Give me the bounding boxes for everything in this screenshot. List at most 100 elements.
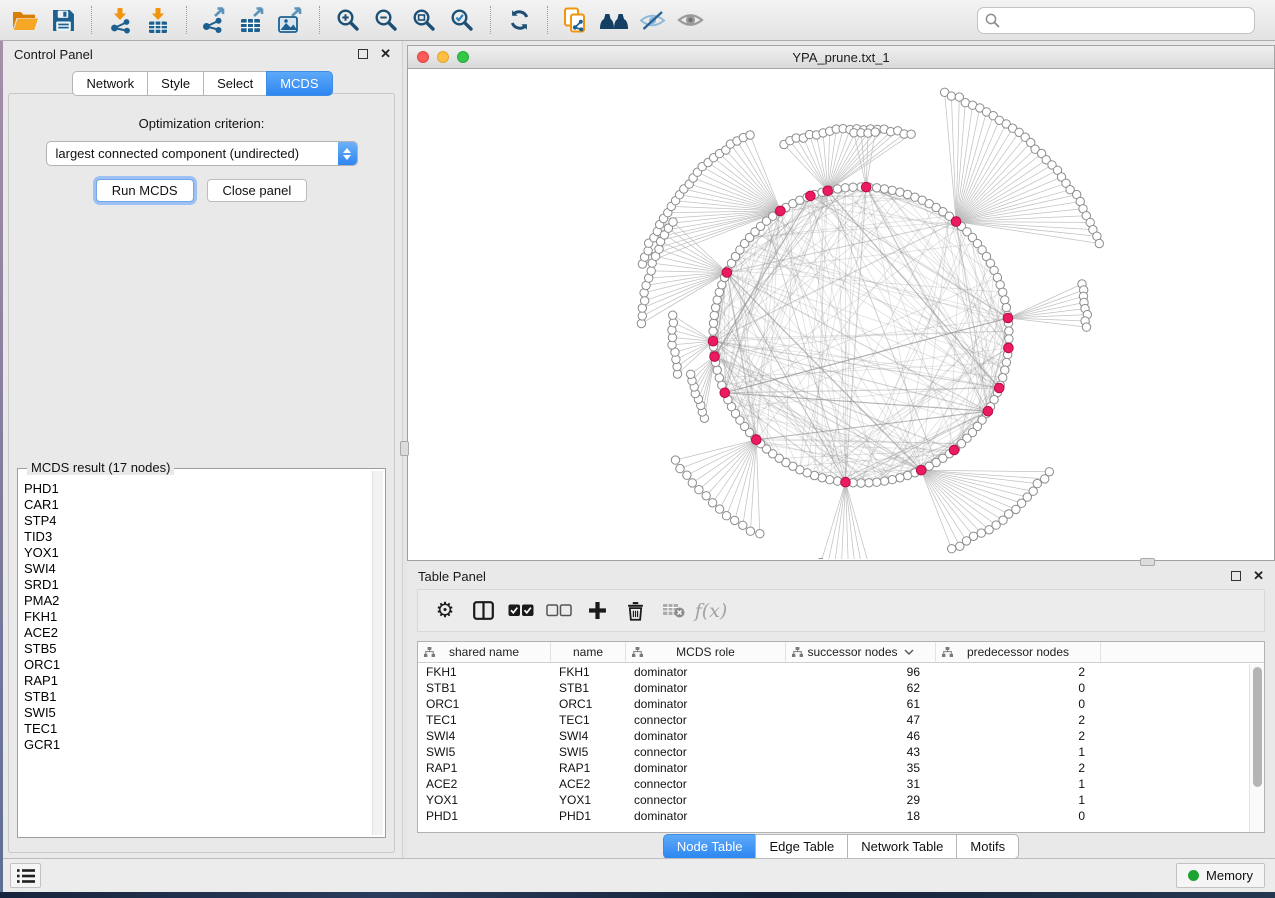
tab-select[interactable]: Select: [203, 71, 266, 96]
float-window-icon[interactable]: [358, 49, 368, 59]
cell-mcds-role[interactable]: dominator: [626, 761, 786, 775]
task-history-icon[interactable]: [10, 863, 41, 888]
open-folder-icon[interactable]: [6, 3, 44, 37]
unselect-all-columns-icon[interactable]: [540, 593, 578, 629]
import-network-icon[interactable]: [101, 3, 139, 37]
table-row[interactable]: STB1STB1dominator620: [418, 680, 1249, 696]
export-table-icon[interactable]: [234, 3, 272, 37]
cell-successor-nodes[interactable]: 43: [786, 745, 936, 759]
tab-network-table[interactable]: Network Table: [847, 834, 956, 859]
cell-mcds-role[interactable]: dominator: [626, 729, 786, 743]
cell-shared-name[interactable]: TEC1: [418, 713, 551, 727]
cell-name[interactable]: SWI4: [551, 729, 626, 743]
mcds-result-item[interactable]: GCR1: [24, 737, 369, 753]
table-row[interactable]: ORC1ORC1dominator610: [418, 696, 1249, 712]
tab-network[interactable]: Network: [72, 71, 147, 96]
column-header-shared-name[interactable]: shared name: [418, 642, 551, 662]
cell-successor-nodes[interactable]: 96: [786, 665, 936, 679]
mcds-result-item[interactable]: CAR1: [24, 497, 369, 513]
table-row[interactable]: FKH1FKH1dominator962: [418, 664, 1249, 680]
cell-shared-name[interactable]: FKH1: [418, 665, 551, 679]
cell-predecessor-nodes[interactable]: 1: [936, 793, 1101, 807]
show-all-icon[interactable]: [671, 3, 709, 37]
cell-successor-nodes[interactable]: 35: [786, 761, 936, 775]
cell-successor-nodes[interactable]: 18: [786, 809, 936, 823]
refresh-layout-icon[interactable]: [500, 3, 538, 37]
cell-shared-name[interactable]: YOX1: [418, 793, 551, 807]
memory-button[interactable]: Memory: [1176, 863, 1265, 888]
function-builder-icon[interactable]: f(x): [692, 593, 730, 629]
network-graph[interactable]: [408, 69, 1274, 559]
mcds-result-item[interactable]: TID3: [24, 529, 369, 545]
cell-mcds-role[interactable]: connector: [626, 713, 786, 727]
show-column-icon[interactable]: [464, 593, 502, 629]
table-options-gear-icon[interactable]: ⚙: [426, 593, 464, 629]
cell-mcds-role[interactable]: connector: [626, 745, 786, 759]
zoom-selected-icon[interactable]: [443, 3, 481, 37]
save-session-icon[interactable]: [44, 3, 82, 37]
cell-mcds-role[interactable]: dominator: [626, 809, 786, 823]
hide-selected-icon[interactable]: [633, 3, 671, 37]
table-scrollbar-handle[interactable]: [1253, 667, 1262, 787]
select-all-columns-icon[interactable]: [502, 593, 540, 629]
cell-shared-name[interactable]: PHD1: [418, 809, 551, 823]
cell-successor-nodes[interactable]: 46: [786, 729, 936, 743]
cell-shared-name[interactable]: SWI5: [418, 745, 551, 759]
cell-predecessor-nodes[interactable]: 0: [936, 697, 1101, 711]
first-neighbors-icon[interactable]: [595, 3, 633, 37]
cell-successor-nodes[interactable]: 62: [786, 681, 936, 695]
cell-name[interactable]: FKH1: [551, 665, 626, 679]
table-row[interactable]: PHD1PHD1dominator180: [418, 808, 1249, 824]
cell-name[interactable]: STB1: [551, 681, 626, 695]
cell-successor-nodes[interactable]: 29: [786, 793, 936, 807]
mcds-result-item[interactable]: ORC1: [24, 657, 369, 673]
float-window-icon[interactable]: [1231, 571, 1241, 581]
tab-node-table[interactable]: Node Table: [663, 834, 756, 859]
cell-name[interactable]: ACE2: [551, 777, 626, 791]
zoom-in-icon[interactable]: [329, 3, 367, 37]
cell-predecessor-nodes[interactable]: 2: [936, 761, 1101, 775]
mcds-result-item[interactable]: STB5: [24, 641, 369, 657]
search-box[interactable]: [977, 7, 1255, 34]
zoom-fit-icon[interactable]: [405, 3, 443, 37]
cell-shared-name[interactable]: STB1: [418, 681, 551, 695]
cell-shared-name[interactable]: RAP1: [418, 761, 551, 775]
zoom-out-icon[interactable]: [367, 3, 405, 37]
column-header-name[interactable]: name: [551, 642, 626, 662]
run-mcds-button[interactable]: Run MCDS: [96, 179, 194, 202]
delete-column-icon[interactable]: [616, 593, 654, 629]
cell-predecessor-nodes[interactable]: 2: [936, 665, 1101, 679]
cell-shared-name[interactable]: ORC1: [418, 697, 551, 711]
network-window-titlebar[interactable]: YPA_prune.txt_1: [407, 45, 1275, 69]
cell-shared-name[interactable]: SWI4: [418, 729, 551, 743]
cell-shared-name[interactable]: ACE2: [418, 777, 551, 791]
clone-network-icon[interactable]: [557, 3, 595, 37]
cell-predecessor-nodes[interactable]: 2: [936, 713, 1101, 727]
column-header-predecessor-nodes[interactable]: predecessor nodes: [936, 642, 1101, 662]
column-header-successor-nodes[interactable]: successor nodes: [786, 642, 936, 662]
cell-name[interactable]: ORC1: [551, 697, 626, 711]
table-row[interactable]: RAP1RAP1dominator352: [418, 760, 1249, 776]
cell-mcds-role[interactable]: connector: [626, 793, 786, 807]
mcds-result-item[interactable]: PMA2: [24, 593, 369, 609]
cell-mcds-role[interactable]: dominator: [626, 665, 786, 679]
cell-successor-nodes[interactable]: 47: [786, 713, 936, 727]
table-row[interactable]: TEC1TEC1connector472: [418, 712, 1249, 728]
criterion-select[interactable]: largest connected component (undirected): [46, 141, 358, 166]
panel-divider-grip[interactable]: [400, 441, 409, 456]
cell-mcds-role[interactable]: connector: [626, 777, 786, 791]
mcds-result-item[interactable]: SRD1: [24, 577, 369, 593]
cell-predecessor-nodes[interactable]: 1: [936, 777, 1101, 791]
cell-name[interactable]: RAP1: [551, 761, 626, 775]
table-row[interactable]: ACE2ACE2connector311: [418, 776, 1249, 792]
tab-edge-table[interactable]: Edge Table: [755, 834, 847, 859]
table-row[interactable]: SWI4SWI4dominator462: [418, 728, 1249, 744]
cell-predecessor-nodes[interactable]: 0: [936, 681, 1101, 695]
mcds-result-item[interactable]: STB1: [24, 689, 369, 705]
tab-mcds[interactable]: MCDS: [266, 71, 332, 96]
mcds-result-item[interactable]: FKH1: [24, 609, 369, 625]
cell-successor-nodes[interactable]: 61: [786, 697, 936, 711]
cell-predecessor-nodes[interactable]: 0: [936, 809, 1101, 823]
add-column-icon[interactable]: [578, 593, 616, 629]
mcds-result-item[interactable]: TEC1: [24, 721, 369, 737]
